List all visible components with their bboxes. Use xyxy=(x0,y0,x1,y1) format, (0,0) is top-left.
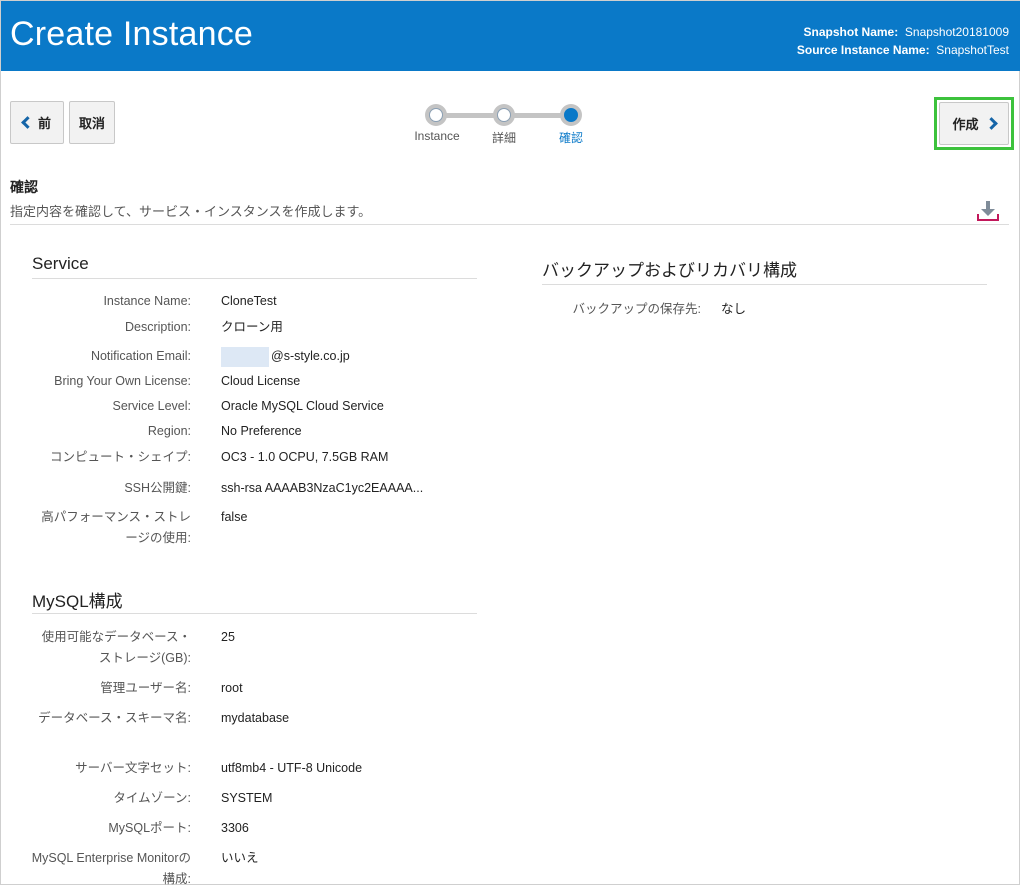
row-value: Oracle MySQL Cloud Service xyxy=(221,399,384,413)
divider xyxy=(32,278,477,279)
email-domain: @s-style.co.jp xyxy=(271,349,350,363)
row-key: サーバー文字セット: xyxy=(75,761,191,775)
back-button[interactable]: 前 xyxy=(10,101,64,144)
row-value: いいえ xyxy=(221,851,259,865)
page-header: Create Instance Snapshot Name: Snapshot2… xyxy=(1,1,1020,71)
row-value: utf8mb4 - UTF-8 Unicode xyxy=(221,761,363,775)
redaction-mask xyxy=(221,346,269,367)
row-value: @s-style.co.jp xyxy=(221,346,350,367)
row-value: ssh-rsa AAAAB3NzaC1yc2EAAAA... xyxy=(221,481,424,495)
row-key: Notification Email: xyxy=(90,349,191,363)
row-value: OC3 - 1.0 OCPU, 7.5GB RAM xyxy=(221,450,389,464)
row-key: Service Level: xyxy=(112,399,191,413)
row-key: MySQL Enterprise Monitorの構成: xyxy=(31,851,191,885)
row-value: 3306 xyxy=(221,821,249,835)
row-key: データベース・スキーマ名: xyxy=(38,711,191,725)
section-title: 確認 xyxy=(10,179,38,195)
step-details-dot[interactable] xyxy=(493,104,515,126)
row-key: SSH公開鍵: xyxy=(124,481,191,495)
chevron-left-icon xyxy=(21,116,34,129)
header-meta: Snapshot Name: Snapshot20181009 Source I… xyxy=(797,23,1009,59)
step-details-label[interactable]: 詳細 xyxy=(474,129,534,146)
row-value: false xyxy=(221,510,248,524)
step-instance-dot[interactable] xyxy=(425,104,447,126)
section-description: 指定内容を確認して、サービス・インスタンスを作成します。 xyxy=(10,204,372,219)
row-key: 高パフォーマンス・ストレージの使用: xyxy=(41,510,191,545)
source-instance-label: Source Instance Name: xyxy=(796,43,930,57)
divider xyxy=(10,224,1009,225)
row-key: バックアップの保存先: xyxy=(572,302,701,316)
row-value: 25 xyxy=(221,630,235,644)
step-train: Instance 詳細 確認 xyxy=(409,101,609,151)
backup-config-title: バックアップおよびリカバリ構成 xyxy=(542,261,797,280)
row-value: なし xyxy=(721,302,747,316)
chevron-right-icon xyxy=(984,117,998,130)
page-title: Create Instance xyxy=(10,15,254,53)
row-key: コンピュート・シェイプ: xyxy=(50,450,191,464)
snapshot-name-value: Snapshot20181009 xyxy=(904,25,1009,39)
row-key: タイムゾーン: xyxy=(113,791,191,805)
step-confirm-dot xyxy=(560,104,582,126)
step-instance-label[interactable]: Instance xyxy=(407,129,467,143)
create-button[interactable]: 作成 xyxy=(939,102,1009,145)
step-confirm-label: 確認 xyxy=(558,131,583,145)
source-instance-value: SnapshotTest xyxy=(936,43,1009,57)
row-key: Bring Your Own License: xyxy=(54,374,191,388)
row-key: MySQLポート: xyxy=(108,821,191,835)
snapshot-name-label: Snapshot Name: xyxy=(803,25,899,39)
row-value: No Preference xyxy=(221,424,302,438)
create-button-label: 作成 xyxy=(952,117,979,132)
row-key: 管理ユーザー名: xyxy=(100,681,191,695)
row-value: root xyxy=(221,681,243,695)
back-button-label: 前 xyxy=(37,116,51,131)
row-key: Description: xyxy=(125,320,191,334)
cancel-button-label: 取消 xyxy=(78,116,105,131)
download-icon[interactable] xyxy=(976,200,1000,222)
row-key: 使用可能なデータベース・ストレージ(GB): xyxy=(41,630,191,665)
row-key: Instance Name: xyxy=(103,294,191,308)
divider xyxy=(32,613,477,614)
row-value: クローン用 xyxy=(221,320,283,334)
divider xyxy=(542,284,987,285)
row-key: Region: xyxy=(147,424,191,438)
cancel-button[interactable]: 取消 xyxy=(69,101,115,144)
mysql-config-title: MySQL構成 xyxy=(32,592,123,611)
row-value: mydatabase xyxy=(221,711,290,725)
row-value: CloneTest xyxy=(221,294,277,308)
service-title: Service xyxy=(32,254,89,273)
row-value: Cloud License xyxy=(221,374,301,388)
row-value: SYSTEM xyxy=(221,791,273,805)
